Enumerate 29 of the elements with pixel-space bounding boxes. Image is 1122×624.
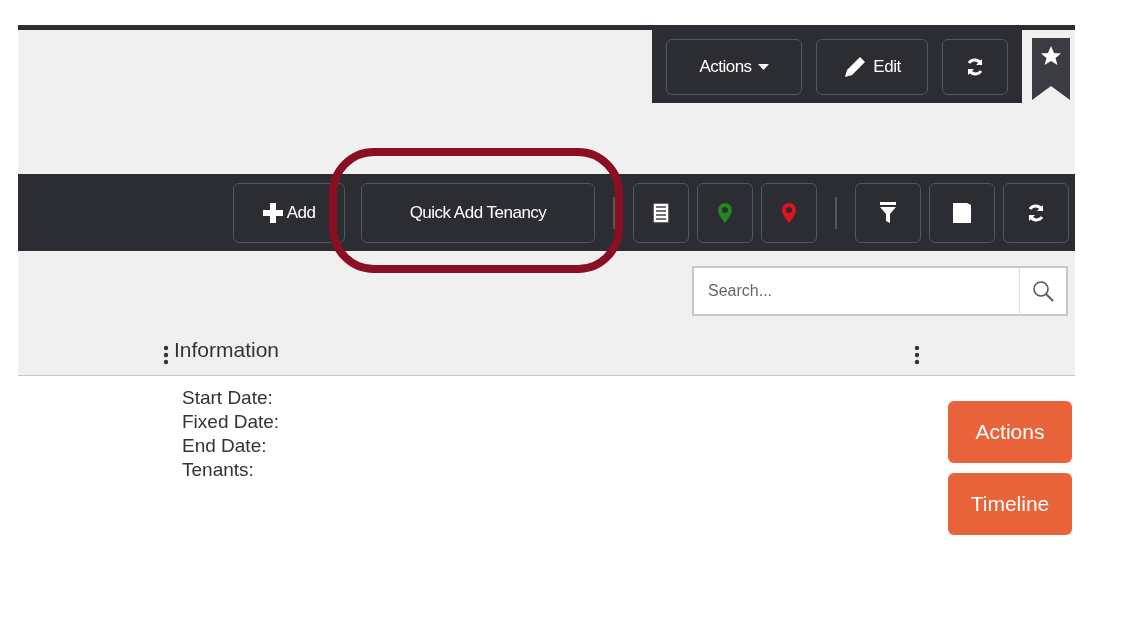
map-pin-button[interactable] [697,182,753,243]
column-menu-icon[interactable] [163,345,169,365]
caret-icon [757,63,769,70]
add-button[interactable]: Add [233,182,345,243]
actions-dropdown[interactable]: Actions [666,38,802,95]
column-header: Information [174,336,281,363]
info-label: End Date: [182,434,268,458]
plus-icon [262,202,283,223]
edit-button[interactable]: Edit [816,38,928,95]
info-label: Tenants: [182,458,255,482]
filter-button[interactable] [855,182,921,243]
list-view-button[interactable] [633,182,689,243]
map-pin-button[interactable] [761,182,817,243]
book-icon [953,201,971,224]
refresh-button[interactable] [942,38,1008,95]
search-icon [1032,280,1054,302]
list-icon [652,201,670,224]
bookmark-icon [1032,38,1070,100]
refresh-button[interactable] [1003,182,1069,243]
refresh-icon [1026,202,1046,223]
info-label: Start Date: [182,386,274,410]
book-button[interactable] [929,182,995,243]
quick-add-button[interactable]: Quick Add Tenancy [361,182,595,243]
column-menu-icon[interactable] [914,345,920,365]
info-label: Fixed Date: [182,410,281,434]
refresh-icon [965,56,985,77]
pencil-icon [843,54,868,79]
search-field[interactable]: Search... [692,266,1068,316]
filter-icon [880,201,896,224]
